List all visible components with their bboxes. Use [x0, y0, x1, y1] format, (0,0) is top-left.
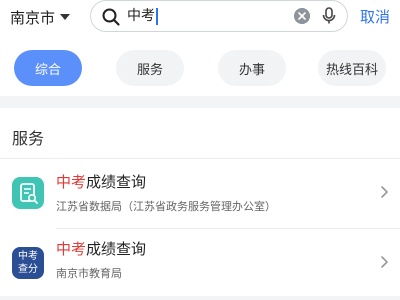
- search-input[interactable]: 中考: [90, 0, 348, 32]
- tab-hotline-wiki[interactable]: 热线百科: [318, 50, 386, 86]
- clear-icon[interactable]: [294, 8, 310, 24]
- city-label: 南京市: [10, 8, 56, 27]
- result-subtitle: 南京市教育局: [56, 267, 122, 280]
- result-title-highlight: 中考: [56, 240, 87, 258]
- city-selector[interactable]: 南京市: [10, 7, 71, 27]
- text-cursor: [156, 7, 158, 25]
- cancel-button[interactable]: 取消: [360, 6, 390, 27]
- result-title-highlight: 中考: [56, 173, 87, 191]
- result-title-rest: 成绩查询: [86, 173, 147, 191]
- search-bar: 南京市 中考 取消: [0, 0, 400, 36]
- bottom-gap: [0, 296, 400, 300]
- icon-text-line1: 中考: [18, 251, 38, 262]
- search-query-text: 中考: [127, 8, 155, 24]
- filter-tabs: 综合 服务 办事 热线百科: [0, 50, 400, 86]
- score-report-icon: [12, 177, 44, 209]
- section-gap: [0, 96, 400, 108]
- result-title: 中考成绩查询: [56, 172, 146, 192]
- result-title-rest: 成绩查询: [86, 240, 147, 258]
- tab-affairs[interactable]: 办事: [218, 50, 286, 86]
- chevron-right-icon: [381, 256, 388, 268]
- exam-query-icon: 中考 查分: [12, 247, 44, 279]
- tab-comprehensive[interactable]: 综合: [14, 50, 82, 86]
- result-title: 中考成绩查询: [56, 239, 146, 259]
- icon-text-line2: 查分: [18, 264, 38, 275]
- search-query[interactable]: 中考: [127, 7, 158, 25]
- result-item[interactable]: 中考成绩查询 江苏省数据局（江苏省政务服务管理办公室）: [0, 159, 400, 229]
- tab-services[interactable]: 服务: [116, 50, 184, 86]
- result-item[interactable]: 中考 查分 中考成绩查询 南京市教育局: [0, 229, 400, 299]
- result-subtitle: 江苏省数据局（江苏省政务服务管理办公室）: [56, 200, 276, 213]
- microphone-icon[interactable]: [321, 6, 337, 26]
- search-icon: [102, 8, 120, 26]
- caret-down-icon: [60, 14, 71, 20]
- chevron-right-icon: [381, 186, 388, 198]
- section-title: 服务: [12, 129, 45, 148]
